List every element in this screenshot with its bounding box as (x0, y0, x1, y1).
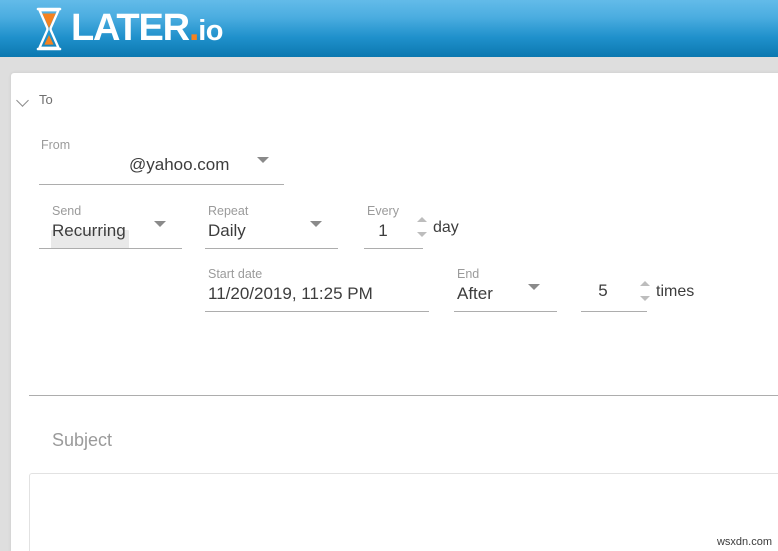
from-dropdown-caret-down-icon[interactable] (257, 157, 269, 163)
chevron-down-icon (18, 96, 29, 103)
watermark: wsxdn.com (717, 536, 772, 548)
every-spinner-updown-icon[interactable] (417, 216, 427, 238)
brand-suffix: io (198, 15, 223, 47)
to-section-toggle[interactable]: To (18, 92, 53, 107)
every-value: 1 (353, 219, 413, 243)
repeat-field[interactable]: Repeat Daily (208, 203, 248, 243)
end-field[interactable]: End After (457, 266, 493, 306)
end-value: After (457, 282, 493, 306)
from-value: @yahoo.com (41, 153, 229, 177)
every-unit-label: day (433, 219, 459, 237)
repeat-value: Daily (208, 219, 248, 243)
from-field[interactable]: From @yahoo.com (41, 137, 229, 177)
subject-input[interactable]: Subject (52, 430, 112, 451)
app-window: LATER.io To From @yahoo.com Send Recurri… (0, 0, 778, 551)
start-date-label: Start date (208, 266, 373, 282)
occurrences-unit-label: times (656, 283, 694, 301)
repeat-underline (205, 248, 338, 249)
hourglass-icon (34, 7, 64, 51)
end-underline (454, 311, 557, 312)
app-header: LATER.io (0, 0, 778, 57)
repeat-label: Repeat (208, 203, 248, 219)
to-label: To (39, 92, 53, 107)
send-field[interactable]: Send Recurring (52, 203, 126, 243)
from-label: From (41, 137, 229, 153)
brand-dot: . (189, 7, 198, 49)
occurrences-underline (581, 311, 647, 312)
repeat-dropdown-caret-down-icon[interactable] (310, 221, 322, 227)
message-body-editor[interactable] (29, 473, 778, 551)
start-date-field[interactable]: Start date 11/20/2019, 11:25 PM (208, 266, 373, 306)
occurrences-field[interactable]: 5 (570, 279, 636, 303)
end-dropdown-caret-down-icon[interactable] (528, 284, 540, 290)
occurrences-value: 5 (570, 279, 636, 303)
from-underline (39, 184, 284, 185)
every-field[interactable]: Every 1 (353, 203, 413, 243)
end-label: End (457, 266, 493, 282)
occurrences-spinner-updown-icon[interactable] (640, 280, 650, 302)
every-label: Every (353, 203, 413, 219)
brand-wordmark: LATER.io (71, 6, 223, 53)
send-value: Recurring (52, 219, 126, 243)
send-label: Send (52, 203, 126, 219)
send-underline (39, 248, 182, 249)
brand-name: LATER (71, 7, 189, 49)
start-date-value: 11/20/2019, 11:25 PM (208, 282, 373, 306)
brand-logo[interactable]: LATER.io (34, 4, 223, 54)
compose-card: To From @yahoo.com Send Recurring Repeat… (11, 73, 778, 551)
subject-underline (29, 395, 778, 396)
start-date-underline (205, 311, 429, 312)
every-underline (364, 248, 423, 249)
send-dropdown-caret-down-icon[interactable] (154, 221, 166, 227)
